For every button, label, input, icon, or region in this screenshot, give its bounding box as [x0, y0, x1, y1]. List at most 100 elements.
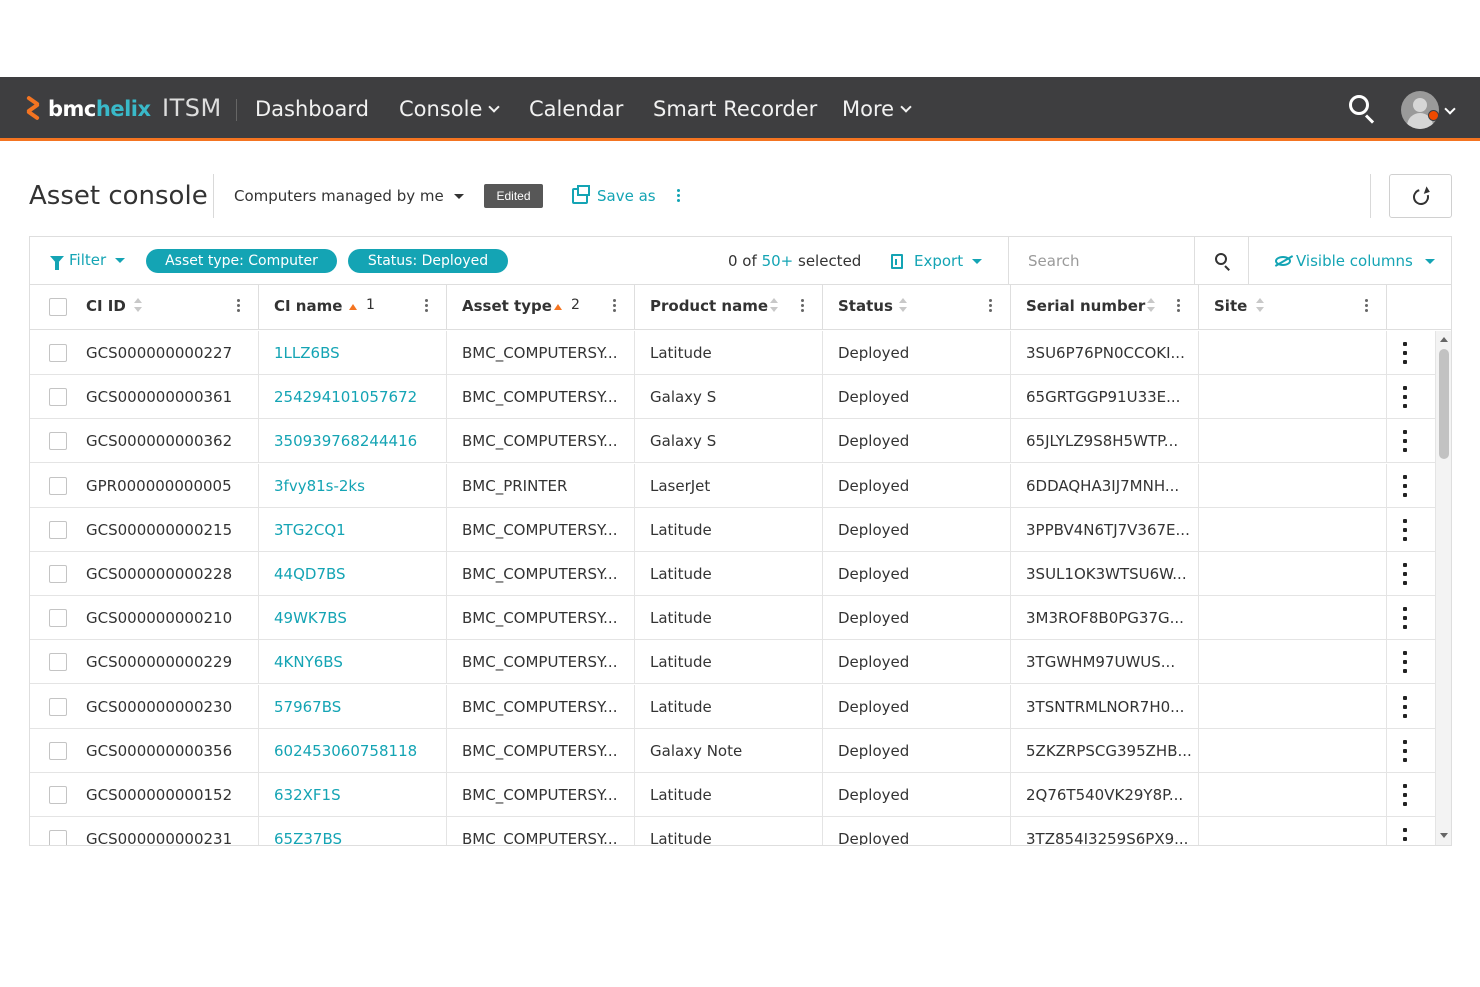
table-row[interactable]: GCS000000000228 44QD7BS BMC_COMPUTERSY... L… [30, 552, 1435, 596]
row-checkbox[interactable] [49, 786, 67, 804]
row-actions-icon[interactable] [1403, 430, 1407, 453]
cell-ci-name[interactable]: 254294101057672 [259, 375, 447, 420]
row-actions-icon[interactable] [1403, 342, 1407, 364]
row-actions-icon[interactable] [1403, 607, 1407, 630]
export-button[interactable]: Export [891, 252, 983, 270]
column-header-serial-number[interactable]: Serial number [1011, 285, 1199, 329]
row-checkbox[interactable] [49, 830, 67, 845]
column-header-product-name[interactable]: Product name [635, 285, 823, 329]
search-input[interactable] [1009, 237, 1195, 284]
visible-columns-button[interactable]: Visible columns [1275, 252, 1435, 270]
ci-name-link[interactable]: 1LLZ6BS [274, 344, 340, 362]
nav-calendar[interactable]: Calendar [529, 97, 623, 121]
sort-icon[interactable] [134, 298, 142, 314]
nav-more[interactable]: More [842, 97, 912, 121]
ci-name-link[interactable]: 4KNY6BS [274, 653, 343, 671]
column-header-status[interactable]: Status [823, 285, 1011, 329]
row-checkbox[interactable] [49, 565, 67, 583]
ci-name-link[interactable]: 3TG2CQ1 [274, 521, 346, 539]
row-checkbox[interactable] [49, 476, 67, 495]
vertical-scrollbar[interactable] [1435, 331, 1451, 845]
global-search-icon[interactable] [1349, 95, 1377, 124]
cell-ci-name[interactable]: 49WK7BS [259, 596, 447, 641]
row-actions-icon[interactable] [1403, 739, 1407, 762]
save-as-button[interactable]: Save as [572, 185, 656, 205]
cell-ci-name[interactable]: 65Z37BS [259, 817, 447, 845]
ci-name-link[interactable]: 350939768244416 [274, 432, 417, 450]
table-row[interactable]: GCS000000000152 632XF1S BMC_COMPUTERSY... L… [30, 773, 1435, 817]
column-menu-icon[interactable] [1177, 299, 1180, 313]
nav-smart-recorder[interactable]: Smart Recorder [653, 97, 817, 121]
select-all-checkbox[interactable] [49, 298, 67, 316]
cell-ci-name[interactable]: 3fvy81s-2ks [259, 463, 447, 508]
row-checkbox[interactable] [49, 388, 67, 407]
cell-ci-name[interactable]: 602453060758118 [259, 728, 447, 773]
scroll-up-icon[interactable] [1440, 337, 1448, 342]
sort-ascending-icon[interactable] [554, 304, 562, 310]
ci-name-link[interactable]: 44QD7BS [274, 565, 346, 583]
cell-ci-name[interactable]: 57967BS [259, 684, 447, 729]
scroll-down-icon[interactable] [1440, 833, 1448, 838]
sort-ascending-icon[interactable] [349, 304, 357, 310]
table-row[interactable]: GCS000000000361 254294101057672 BMC_COMPUT… [30, 375, 1435, 420]
refresh-button[interactable] [1389, 174, 1452, 218]
table-row[interactable]: GCS000000000356 602453060758118 BMC_COMPUT… [30, 728, 1435, 773]
row-actions-icon[interactable] [1403, 784, 1407, 806]
cell-ci-name[interactable]: 3TG2CQ1 [259, 507, 447, 552]
nav-dashboard[interactable]: Dashboard [255, 97, 369, 121]
ci-name-link[interactable]: 57967BS [274, 698, 341, 716]
nav-console[interactable]: Console [399, 97, 501, 121]
column-header-site[interactable]: Site [1199, 285, 1387, 329]
table-row[interactable]: GCS000000000229 4KNY6BS BMC_COMPUTERSY... L… [30, 640, 1435, 685]
row-actions-icon[interactable] [1403, 828, 1407, 845]
ci-name-link[interactable]: 49WK7BS [274, 609, 347, 627]
filter-button[interactable]: Filter [50, 251, 126, 270]
column-menu-icon[interactable] [237, 299, 240, 313]
table-row[interactable]: GCS000000000227 1LLZ6BS BMC_COMPUTERSY... L… [30, 331, 1435, 375]
ci-name-link[interactable]: 602453060758118 [274, 742, 417, 760]
row-actions-icon[interactable] [1403, 386, 1407, 409]
table-row[interactable]: GCS000000000362 350939768244416 BMC_COMPUT… [30, 419, 1435, 464]
cell-ci-name[interactable]: 350939768244416 [259, 419, 447, 464]
ci-name-link[interactable]: 3fvy81s-2ks [274, 477, 365, 495]
sort-icon[interactable] [1256, 298, 1264, 314]
table-row[interactable]: GCS000000000231 65Z37BS BMC_COMPUTERSY... L… [30, 817, 1435, 845]
column-menu-icon[interactable] [425, 299, 428, 313]
table-row[interactable]: GCS000000000230 57967BS BMC_COMPUTERSY... L… [30, 684, 1435, 729]
row-checkbox[interactable] [49, 653, 67, 672]
column-menu-icon[interactable] [1365, 299, 1368, 313]
row-actions-icon[interactable] [1403, 563, 1407, 585]
sort-icon[interactable] [770, 298, 778, 314]
column-menu-icon[interactable] [989, 299, 992, 313]
cell-ci-name[interactable]: 4KNY6BS [259, 640, 447, 685]
search-button[interactable] [1194, 237, 1249, 284]
column-header-ci-id[interactable]: CI ID [30, 285, 259, 329]
row-checkbox[interactable] [49, 609, 67, 628]
row-checkbox[interactable] [49, 344, 67, 362]
sort-icon[interactable] [1147, 298, 1155, 314]
row-actions-icon[interactable] [1403, 518, 1407, 541]
ci-name-link[interactable]: 632XF1S [274, 786, 341, 804]
row-checkbox[interactable] [49, 697, 67, 716]
ci-name-link[interactable]: 65Z37BS [274, 830, 342, 845]
column-header-ci-name[interactable]: CI name 1 [259, 285, 447, 329]
row-checkbox[interactable] [49, 432, 67, 451]
row-actions-icon[interactable] [1403, 695, 1407, 718]
table-row[interactable]: GPR000000000005 3fvy81s-2ks BMC_PRINTER Las… [30, 463, 1435, 508]
row-checkbox[interactable] [49, 520, 67, 539]
table-row[interactable]: GCS000000000210 49WK7BS BMC_COMPUTERSY... L… [30, 596, 1435, 641]
column-menu-icon[interactable] [613, 299, 616, 313]
cell-ci-name[interactable]: 1LLZ6BS [259, 331, 447, 375]
sort-icon[interactable] [899, 298, 907, 314]
row-actions-icon[interactable] [1403, 474, 1407, 497]
column-header-asset-type[interactable]: Asset type 2 [447, 285, 635, 329]
row-checkbox[interactable] [49, 741, 67, 760]
cell-ci-name[interactable]: 632XF1S [259, 773, 447, 817]
bmc-helix-logo[interactable]: bmchelix [26, 95, 151, 123]
row-actions-icon[interactable] [1403, 651, 1407, 674]
scrollbar-thumb[interactable] [1439, 349, 1449, 459]
preset-dropdown[interactable]: Computers managed by me [234, 187, 464, 205]
table-row[interactable]: GCS000000000215 3TG2CQ1 BMC_COMPUTERSY... L… [30, 507, 1435, 552]
ci-name-link[interactable]: 254294101057672 [274, 388, 417, 406]
cell-ci-name[interactable]: 44QD7BS [259, 552, 447, 596]
